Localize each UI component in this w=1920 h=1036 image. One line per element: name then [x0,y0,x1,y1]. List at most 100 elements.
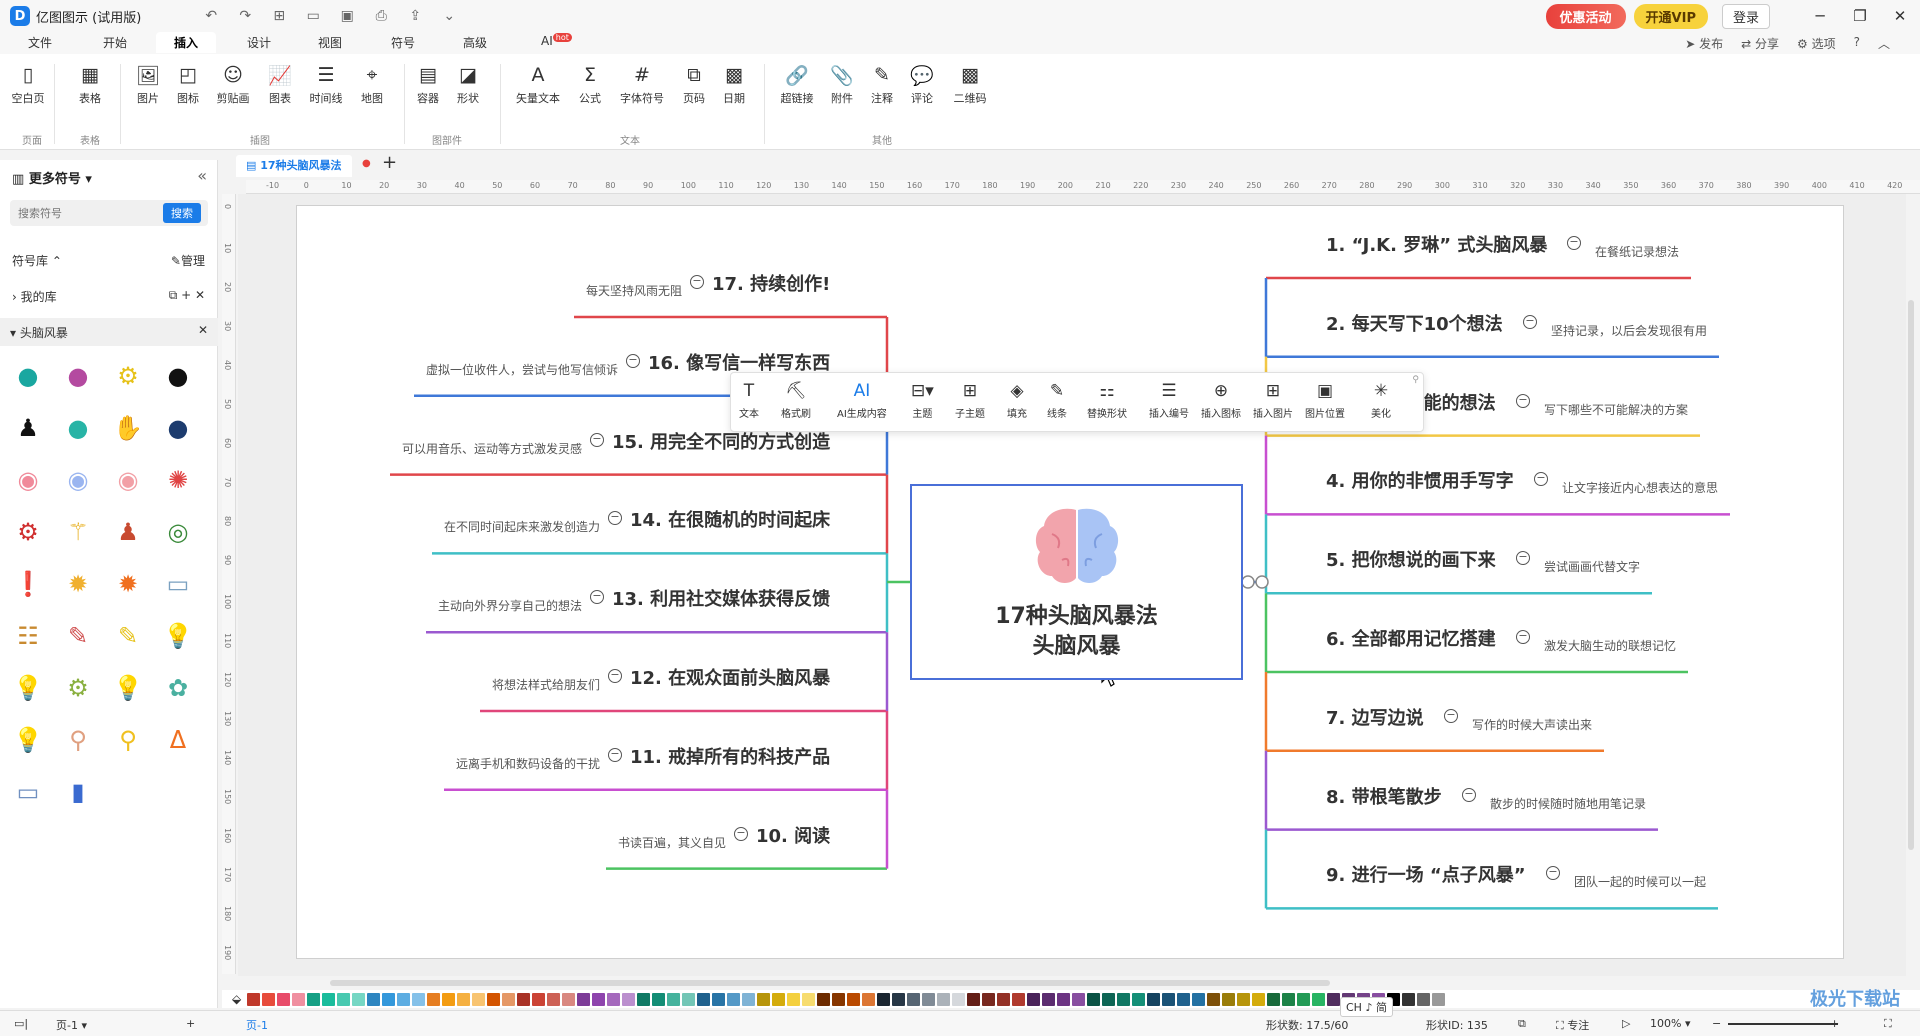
color-swatch[interactable] [652,992,666,1006]
map-button[interactable]: ⌖ 地图 [352,64,392,106]
bulb-small-icon[interactable]: 💡 [10,670,46,706]
manage-button[interactable]: ✎管理 [171,252,205,269]
export-icon[interactable]: ⇪ [405,8,425,24]
collapse-icon[interactable]: − [1444,708,1458,723]
color-swatch[interactable] [802,992,816,1006]
color-swatch[interactable] [607,992,621,1006]
collapse-icon[interactable]: − [1462,787,1476,802]
undo-icon[interactable]: ↶ [201,8,221,24]
dark-head-icon[interactable]: ● [160,358,196,394]
icon-button[interactable]: ◰ 图标 [168,64,208,106]
annotation-button[interactable]: ✎ 注释 [862,64,902,106]
chart-button[interactable]: 📈 图表 [260,64,300,106]
color-swatch[interactable] [637,992,651,1006]
match-icon[interactable]: ⚲ [60,722,96,758]
color-swatch[interactable] [352,992,366,1006]
collapse-icon[interactable]: − [608,747,622,762]
publish-button[interactable]: ➤ 发布 [1685,35,1723,52]
panel-title[interactable]: ▥ 更多符号 ▾ [12,168,92,187]
color-swatch[interactable] [1087,992,1101,1006]
timeline-button[interactable]: ☰ 时间线 [306,64,346,106]
color-swatch[interactable] [832,992,846,1006]
color-swatch[interactable] [442,992,456,1006]
color-swatch[interactable] [1102,992,1116,1006]
fill-button[interactable]: ◈ 填充 [1007,381,1027,420]
collapse-icon[interactable]: − [690,275,704,289]
login-button[interactable]: 登录 [1721,3,1770,29]
color-swatch[interactable] [487,992,501,1006]
font-symbol-button[interactable]: # 字体符号 [620,64,664,106]
color-swatch[interactable] [922,992,936,1006]
color-swatch[interactable] [742,992,756,1006]
tab-view[interactable]: 视图 [318,34,342,51]
formula-button[interactable]: Σ 公式 [570,64,610,106]
library-header[interactable]: 符号库 ⌃ [12,252,62,269]
color-swatch[interactable] [1147,992,1161,1006]
color-swatch[interactable] [937,992,951,1006]
color-swatch[interactable] [847,992,861,1006]
collapse-icon[interactable]: − [1516,630,1530,644]
page-tab[interactable]: 页-1 [246,1017,268,1033]
category-brainstorm[interactable]: ▾ 头脑风暴 ✕ [0,318,218,346]
open-icon[interactable]: ▭ [303,8,323,24]
color-swatch[interactable] [907,992,921,1006]
color-swatch[interactable] [1402,992,1416,1006]
color-swatch[interactable] [1192,992,1206,1006]
wand-icon[interactable]: ⚚ [60,514,96,550]
promo-button[interactable]: 优惠活动 [1545,3,1626,29]
color-swatch[interactable] [367,992,381,1006]
play-icon[interactable]: ▷ [1622,1017,1630,1030]
color-swatch[interactable] [787,992,801,1006]
color-swatch[interactable] [892,992,906,1006]
color-swatch[interactable] [712,992,726,1006]
color-swatch[interactable] [382,992,396,1006]
color-swatch[interactable] [1057,992,1071,1006]
my-library-item[interactable]: › 我的库 [12,288,57,305]
color-swatch[interactable] [337,992,351,1006]
color-swatch[interactable] [262,992,276,1006]
clipart-button[interactable]: ☺ 剪贴画 [213,64,253,106]
topic-button[interactable]: ⊟▾ 主题 [911,381,934,420]
collapse-icon[interactable]: − [1523,314,1537,329]
close-icon[interactable]: ✕ [1880,7,1920,25]
hyperlink-button[interactable]: 🔗 超链接 [777,64,817,106]
color-swatch[interactable] [997,992,1011,1006]
collapse-icon[interactable]: − [608,669,622,683]
tag-icon[interactable]: ▭ [10,774,46,810]
hand-bulb-icon[interactable]: ✋ [110,410,146,446]
page-view-icon[interactable]: ▭| [14,1017,28,1030]
collapse-panel-icon[interactable]: « [197,166,207,185]
color-swatch[interactable] [1267,992,1281,1006]
color-swatch[interactable] [1042,992,1056,1006]
color-swatch[interactable] [967,992,981,1006]
pin-icon[interactable]: ⚲ [1412,375,1419,385]
blank-page-button[interactable]: ▯ 空白页 [8,64,48,106]
color-swatch[interactable] [757,992,771,1006]
color-swatch[interactable] [1117,992,1131,1006]
color-swatch[interactable] [1417,992,1431,1006]
color-swatch[interactable] [952,992,966,1006]
bulb-yellow-icon[interactable]: 💡 [10,722,46,758]
color-swatch[interactable] [1222,992,1236,1006]
color-swatch[interactable] [397,992,411,1006]
help-icon[interactable]: ? [1854,35,1860,52]
color-swatch[interactable] [1327,992,1341,1006]
focus-button[interactable]: ⛶ 专注 [1556,1017,1589,1033]
redo-icon[interactable]: ↷ [235,8,255,24]
collapse-icon[interactable]: − [590,432,604,447]
zoom-slider[interactable] [1728,1023,1838,1025]
fit-page-icon[interactable]: ⛶ [1884,1017,1892,1031]
color-swatch[interactable] [1177,992,1191,1006]
color-swatch[interactable] [547,992,561,1006]
gears-icon[interactable]: ⚙ [10,514,46,550]
color-swatch[interactable] [517,992,531,1006]
key-head-icon[interactable]: ● [60,410,96,446]
color-swatch[interactable] [1072,992,1086,1006]
table-button[interactable]: ▦ 表格 [70,64,110,106]
color-swatch[interactable] [1252,992,1266,1006]
tab-insert[interactable]: 插入 [156,32,217,53]
save-icon[interactable]: ▣ [337,8,357,24]
head-bulb-icon[interactable]: ● [10,358,46,394]
person-idea-icon[interactable]: ♟ [10,410,46,446]
color-swatch[interactable] [1312,992,1326,1006]
